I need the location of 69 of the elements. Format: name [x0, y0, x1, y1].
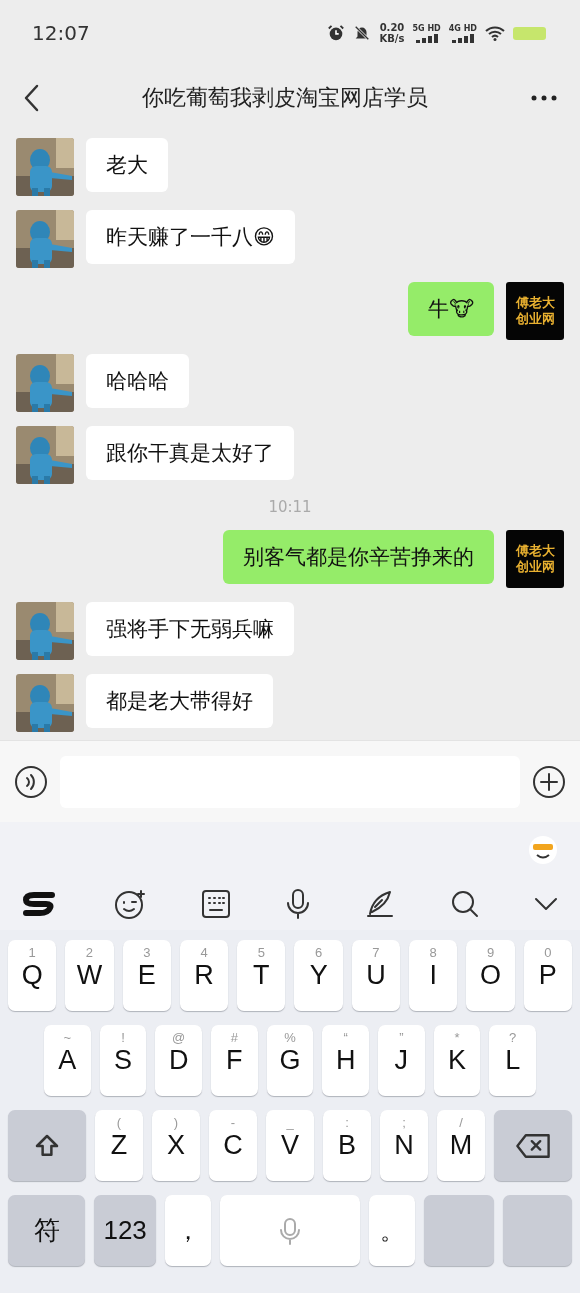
message-bubble: 强将手下无弱兵嘛 [86, 602, 294, 656]
key[interactable]: ) X [152, 1110, 200, 1181]
key[interactable]: ” J [378, 1025, 425, 1096]
more-icon[interactable] [530, 94, 558, 102]
key[interactable]: ( Z [95, 1110, 143, 1181]
key[interactable]: / M [437, 1110, 485, 1181]
microphone-icon [278, 1215, 302, 1246]
key[interactable]: 0 P [523, 940, 572, 1011]
chat-title: 你吃葡萄我剥皮淘宝网店学员 [141, 84, 429, 112]
key[interactable]: ~ A [44, 1025, 91, 1096]
battery-icon [513, 26, 546, 40]
key[interactable]: 7 U [351, 940, 401, 1011]
timestamp: 10:11 [268, 498, 312, 516]
key[interactable]: ! S [99, 1025, 147, 1096]
key[interactable]: ? L [489, 1025, 537, 1096]
key[interactable]: ， [164, 1195, 211, 1266]
message-bubble: 老大 [86, 138, 168, 192]
key[interactable]: 9 O [466, 940, 515, 1011]
search-icon[interactable] [449, 889, 480, 919]
sticker-icon[interactable] [528, 835, 558, 865]
back-icon[interactable] [22, 84, 40, 112]
key[interactable]: ; N [380, 1110, 428, 1181]
key[interactable]: * K [433, 1025, 481, 1096]
signal-icon [415, 33, 438, 43]
key[interactable]: 4 R [179, 940, 229, 1011]
logo-text: 创业网 [515, 311, 555, 327]
voice-icon[interactable] [14, 764, 48, 799]
clock-time: 12:07 [32, 21, 90, 45]
key[interactable]: 6 Y [294, 940, 343, 1011]
key[interactable]: 8 I [409, 940, 458, 1011]
logo-text: 创业网 [515, 559, 555, 575]
network-speed: 0.20 KB/s [379, 22, 405, 44]
message-bubble: 牛🐮 [408, 282, 494, 336]
network-label: 4G HD [448, 23, 477, 33]
microphone-icon[interactable] [285, 888, 311, 920]
message-bubble: 别客气都是你辛苦挣来的 [223, 530, 494, 584]
key[interactable]: % G [266, 1025, 314, 1096]
message-bubble: 跟你干真是太好了 [86, 426, 294, 480]
key[interactable]: 5 T [237, 940, 286, 1011]
signal-icon [451, 33, 474, 43]
key[interactable]: 1 Q [8, 940, 57, 1011]
message-bubble: 昨天赚了一千八😁 [86, 210, 295, 264]
key[interactable]: _ V [266, 1110, 314, 1181]
keyboard-icon[interactable] [200, 889, 231, 919]
wink-emoji-icon[interactable] [114, 888, 147, 920]
chevron-down-icon[interactable] [533, 897, 558, 911]
network-label: 5G HD [412, 23, 441, 33]
key[interactable]: “ H [322, 1025, 370, 1096]
backspace-key[interactable] [494, 1110, 572, 1181]
key[interactable]: 123 [94, 1195, 156, 1266]
logo-text: 傅老大 [515, 543, 555, 559]
feather-pen-icon[interactable] [365, 889, 396, 919]
plus-icon[interactable] [532, 764, 566, 799]
message-bubble: 都是老大带得好 [86, 674, 273, 728]
key[interactable]: @ D [155, 1025, 202, 1096]
wifi-icon [485, 25, 505, 41]
backspace-icon [515, 1131, 551, 1160]
key[interactable]: 。 [369, 1195, 416, 1266]
key[interactable]: - C [209, 1110, 257, 1181]
key[interactable]: # F [211, 1025, 258, 1096]
key[interactable]: 符 [8, 1195, 86, 1266]
alarm-icon [327, 24, 346, 42]
message-bubble: 哈哈哈 [86, 354, 189, 408]
key[interactable]: : B [323, 1110, 371, 1181]
logo-text: 傅老大 [515, 295, 555, 311]
shift-key[interactable] [8, 1110, 86, 1181]
key[interactable]: 2 W [65, 940, 114, 1011]
mute-bell-icon [353, 24, 372, 42]
key[interactable]: 3 E [122, 940, 171, 1011]
